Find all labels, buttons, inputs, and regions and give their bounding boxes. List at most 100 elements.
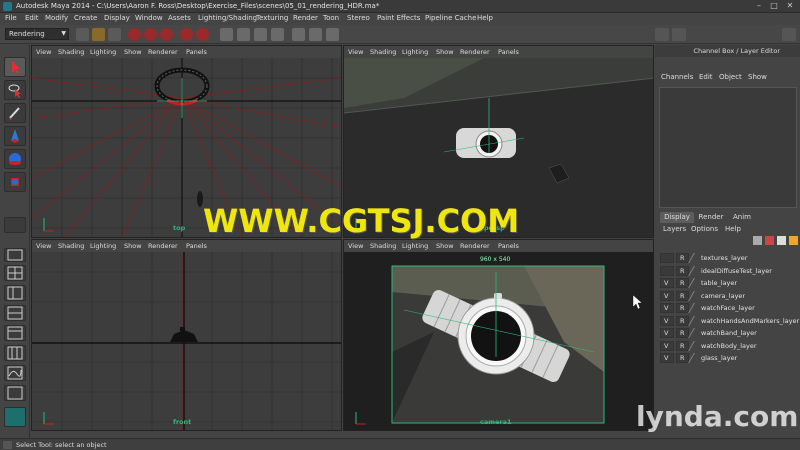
paint-select-tool-icon[interactable]: [4, 103, 26, 123]
menu-window[interactable]: Window: [135, 14, 163, 22]
snap-curve-icon[interactable]: [196, 28, 209, 41]
menu-edit[interactable]: Edit: [25, 14, 39, 22]
layer-name[interactable]: idealDiffuseTest_layer: [701, 267, 772, 275]
open-scene-icon[interactable]: [92, 28, 105, 41]
vp-menu-renderer[interactable]: Renderer: [460, 48, 490, 56]
cb-menu-object[interactable]: Object: [719, 73, 742, 81]
persp-graph-layout-icon[interactable]: [4, 305, 26, 321]
hypershade-icon[interactable]: [292, 28, 305, 41]
render-view-icon[interactable]: [220, 28, 233, 41]
layer-color-swatch[interactable]: [688, 253, 702, 263]
single-perspective-layout-icon[interactable]: [4, 248, 26, 262]
render-current-frame-icon[interactable]: [237, 28, 250, 41]
vp-menu-lighting[interactable]: Lighting: [90, 48, 116, 56]
layer-color-swatch[interactable]: [688, 340, 702, 351]
snap-grid-icon[interactable]: [180, 28, 193, 41]
layer-name[interactable]: camera_layer: [701, 292, 745, 300]
menu-lighting-shading[interactable]: Lighting/Shading: [198, 14, 257, 22]
menu-help[interactable]: Help: [477, 14, 493, 22]
tab-render[interactable]: Render: [695, 212, 727, 223]
vp-menu-view[interactable]: View: [348, 48, 363, 56]
cb-menu-edit[interactable]: Edit: [699, 73, 713, 81]
vp-menu-view[interactable]: View: [36, 242, 51, 250]
layer-color-swatch[interactable]: [688, 290, 702, 301]
vp-menu-panels[interactable]: Panels: [186, 242, 207, 250]
vp-menu-renderer[interactable]: Renderer: [460, 242, 490, 250]
menu-render[interactable]: Render: [293, 14, 318, 22]
layer-row[interactable]: Rtextures_layer: [660, 252, 800, 264]
layer-row[interactable]: V Rtable_layer: [660, 277, 800, 289]
vp-menu-show[interactable]: Show: [124, 48, 142, 56]
vp-menu-show[interactable]: Show: [124, 242, 142, 250]
menu-toon[interactable]: Toon: [323, 14, 339, 22]
outliner-layout-icon[interactable]: [4, 345, 26, 361]
menu-create[interactable]: Create: [74, 14, 97, 22]
layer-color-swatch[interactable]: [688, 315, 702, 326]
toggle-panel-icon[interactable]: [782, 28, 796, 41]
tab-anim[interactable]: Anim: [728, 212, 756, 223]
vp-menu-renderer[interactable]: Renderer: [148, 242, 178, 250]
layer-row[interactable]: V RwatchFace_layer: [660, 302, 800, 314]
last-tool-icon[interactable]: [4, 217, 26, 233]
select-component-icon[interactable]: [160, 28, 173, 41]
vp-menu-shading[interactable]: Shading: [370, 48, 396, 56]
show-channel-box-icon[interactable]: [655, 28, 669, 41]
layer-row[interactable]: V RwatchBand_layer: [660, 327, 800, 339]
layer-color-swatch[interactable]: [688, 265, 702, 276]
layer-color-swatch[interactable]: [688, 353, 702, 363]
le-menu-layers[interactable]: Layers: [663, 225, 686, 233]
vp-menu-renderer[interactable]: Renderer: [148, 48, 178, 56]
layer-name[interactable]: watchFace_layer: [701, 304, 755, 312]
vp-menu-lighting[interactable]: Lighting: [90, 242, 116, 250]
vp-menu-view[interactable]: View: [348, 242, 363, 250]
vp-menu-shading[interactable]: Shading: [370, 242, 396, 250]
persp-outliner-layout-icon[interactable]: [4, 285, 26, 301]
menu-assets[interactable]: Assets: [168, 14, 191, 22]
channel-box-area[interactable]: [659, 87, 797, 208]
menu-pipeline-cache[interactable]: Pipeline Cache: [425, 14, 476, 22]
vp-menu-lighting[interactable]: Lighting: [402, 242, 428, 250]
menu-set-dropdown[interactable]: Rendering ▼: [5, 28, 69, 40]
visibility-toggle[interactable]: [660, 253, 674, 263]
layer-name[interactable]: textures_layer: [701, 254, 747, 262]
new-layer-icon[interactable]: [753, 236, 762, 245]
layer-name[interactable]: table_layer: [701, 279, 737, 287]
minimize-button[interactable]: –: [752, 1, 766, 11]
layer-row[interactable]: V Rglass_layer: [660, 352, 800, 364]
menu-paint-effects[interactable]: Paint Effects: [377, 14, 420, 22]
viewport-canvas[interactable]: 960 x 540 camera1: [344, 252, 653, 430]
ipr-render-icon[interactable]: [254, 28, 267, 41]
menu-stereo[interactable]: Stereo: [347, 14, 370, 22]
menu-display[interactable]: Display: [104, 14, 130, 22]
dope-sheet-layout-icon[interactable]: [4, 385, 26, 401]
scale-tool-icon[interactable]: [4, 172, 26, 192]
vp-menu-shading[interactable]: Shading: [58, 242, 84, 250]
viewport-front[interactable]: View Shading Lighting Show Renderer Pane…: [31, 239, 342, 431]
layer-row[interactable]: V RwatchBody_layer: [660, 340, 800, 352]
layer-color-swatch[interactable]: [688, 303, 702, 313]
hypershade-layout-icon[interactable]: [4, 325, 26, 341]
layer-name[interactable]: watchBand_layer: [701, 329, 757, 337]
layer-name[interactable]: glass_layer: [701, 354, 737, 362]
graph-editor-layout-icon[interactable]: [4, 365, 26, 381]
menu-texturing[interactable]: Texturing: [256, 14, 288, 22]
le-menu-options[interactable]: Options: [691, 225, 718, 233]
layer-color-swatch[interactable]: [688, 328, 702, 338]
select-object-icon[interactable]: [144, 28, 157, 41]
vp-menu-show[interactable]: Show: [436, 242, 454, 250]
le-menu-help[interactable]: Help: [725, 225, 741, 233]
viewport-camera1[interactable]: View Shading Lighting Show Renderer Pane…: [343, 239, 654, 431]
new-scene-icon[interactable]: [76, 28, 89, 41]
cb-menu-show[interactable]: Show: [748, 73, 767, 81]
move-tool-icon[interactable]: [4, 126, 26, 146]
layer-row[interactable]: RidealDiffuseTest_layer: [660, 265, 800, 277]
vp-menu-lighting[interactable]: Lighting: [402, 48, 428, 56]
move-layer-up-icon[interactable]: [777, 236, 786, 245]
layer-row[interactable]: V Rcamera_layer: [660, 290, 800, 302]
menu-file[interactable]: File: [5, 14, 17, 22]
vp-menu-shading[interactable]: Shading: [58, 48, 84, 56]
layer-name[interactable]: watchBody_layer: [701, 342, 757, 350]
display-icon[interactable]: [309, 28, 322, 41]
layer-color-swatch[interactable]: [688, 278, 702, 288]
vp-menu-view[interactable]: View: [36, 48, 51, 56]
